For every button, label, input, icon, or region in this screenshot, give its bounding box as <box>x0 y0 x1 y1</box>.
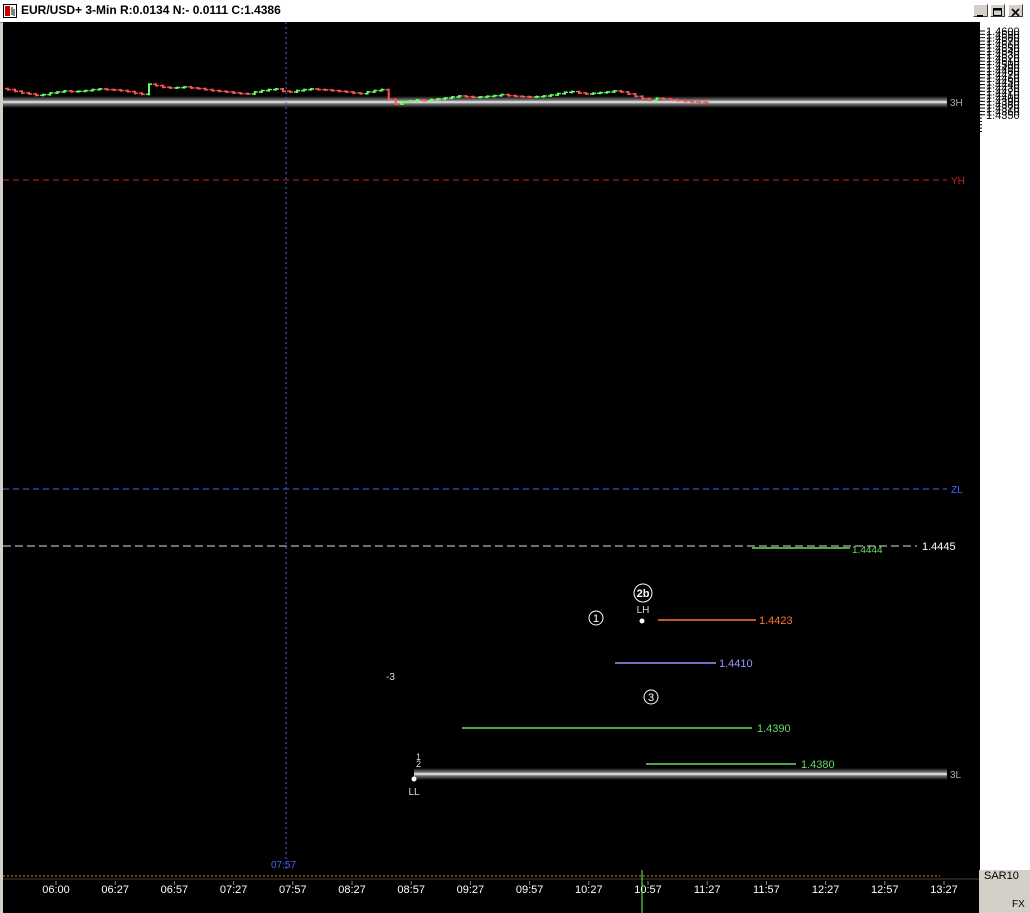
zl-label: ZL <box>951 485 963 496</box>
crosshair-time-label: 07:57 <box>271 860 296 871</box>
lower-low-dot <box>411 776 417 782</box>
lower-high-dot <box>639 618 645 624</box>
time-tick-label: 06:00 <box>42 884 70 896</box>
time-tick-label: 10:27 <box>575 884 603 896</box>
time-tick-label: 08:27 <box>338 884 366 896</box>
wave-3-label: 3 <box>648 692 654 704</box>
lower-low-label: LL <box>408 787 420 798</box>
level-3l-label: 3L <box>950 770 962 781</box>
yh-label: YH <box>951 176 965 187</box>
time-tick-label: 12:27 <box>812 884 840 896</box>
level-1-4445-label: 1.4445 <box>922 541 956 553</box>
level-1-4444-label: 1.4444 <box>852 545 883 556</box>
time-tick-label: 13:27 <box>930 884 958 896</box>
fx-label: FX <box>1012 899 1025 910</box>
time-tick-label: 08:57 <box>397 884 425 896</box>
chart-svg: 1.46001.45901.45801.45701.45601.45501.45… <box>3 22 1025 913</box>
chart-window: EUR/USD+ 3-Min R:0.0134 N:- 0.0111 C:1.4… <box>0 0 1030 913</box>
time-tick-label: 07:27 <box>220 884 248 896</box>
time-tick-label: 06:27 <box>101 884 129 896</box>
lower-high-label: LH <box>637 605 650 616</box>
time-tick-label: 11:57 <box>753 884 780 896</box>
wave-2b-label: 2b <box>637 588 650 600</box>
time-tick-label: 07:57 <box>279 884 307 896</box>
level-1-4423-label: 1.4423 <box>759 615 793 627</box>
minus-3-label: -3 <box>386 672 395 683</box>
time-tick-label: 06:57 <box>161 884 189 896</box>
time-tick-label: 09:57 <box>516 884 544 896</box>
sar-indicator-label: SAR10 <box>984 870 1019 882</box>
time-tick-label: 12:57 <box>871 884 899 896</box>
level-1-4410-label: 1.4410 <box>719 658 753 670</box>
wave-1-label: 1 <box>593 613 599 625</box>
level-1-4390-label: 1.4390 <box>757 723 791 735</box>
level-3h-label: 3H <box>950 98 963 109</box>
time-tick-label: 11:27 <box>694 884 721 896</box>
price-tick-label: 1.4350 <box>986 110 1020 122</box>
point-1-label: 1 <box>416 752 421 762</box>
current-price-arrow-icon: ◁ <box>968 736 977 749</box>
time-tick-label: 09:27 <box>457 884 485 896</box>
level-3l-band <box>414 768 947 780</box>
time-tick-label: 10:57 <box>634 884 662 896</box>
